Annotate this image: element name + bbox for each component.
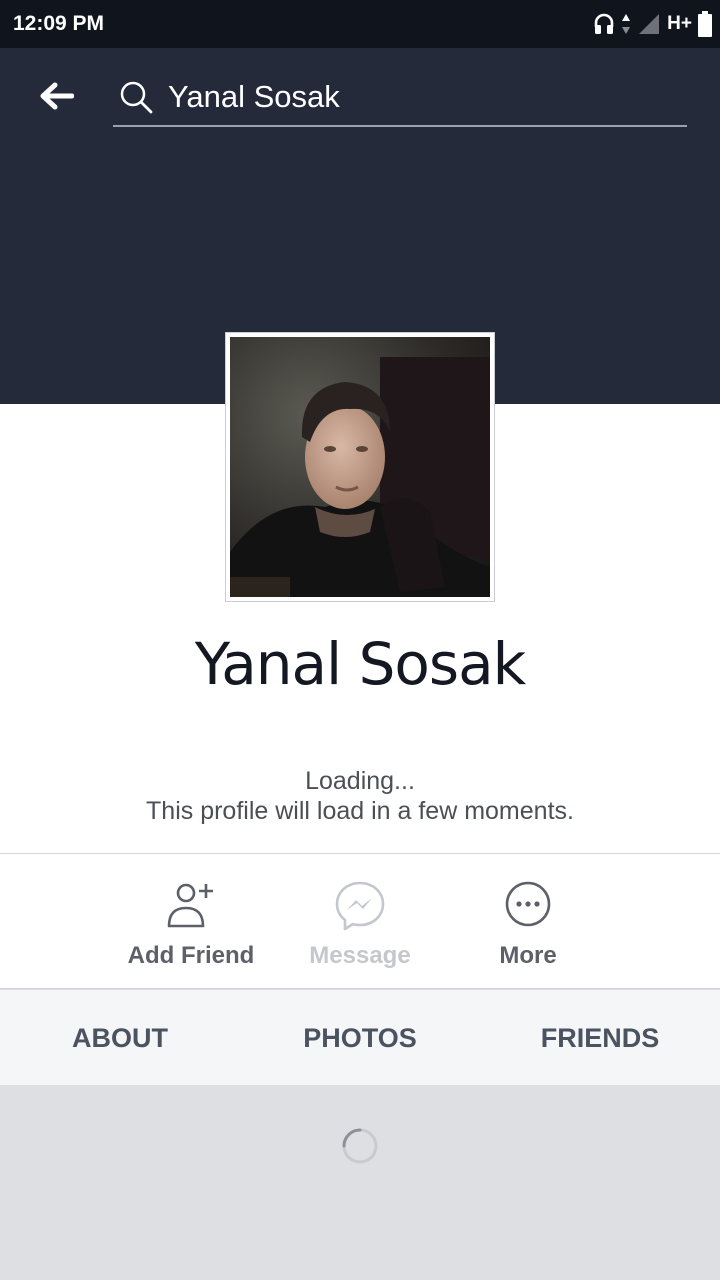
loading-message: This profile will load in a few moments. [146, 797, 574, 825]
add-friend-button[interactable]: Add Friend [106, 854, 276, 988]
tab-photos[interactable]: PHOTOS [270, 990, 450, 1085]
profile-name: Yanal Sosak [194, 630, 527, 698]
profile-actions: Add Friend Message More [0, 853, 720, 989]
profile-tabs: ABOUT PHOTOS FRIENDS [0, 990, 720, 1085]
signal-icon [637, 12, 661, 36]
search-input[interactable]: Yanal Sosak [113, 70, 687, 127]
status-bar: 12:09 PM H+ [0, 0, 720, 48]
network-type: H+ [667, 13, 692, 34]
data-arrows-icon [621, 12, 631, 36]
battery-icon [698, 11, 712, 37]
message-button[interactable]: Message [275, 854, 445, 988]
add-friend-label: Add Friend [127, 942, 255, 969]
tab-about[interactable]: ABOUT [40, 990, 200, 1085]
tab-friends[interactable]: FRIENDS [510, 990, 690, 1085]
message-label: Message [309, 942, 411, 969]
search-icon [120, 81, 153, 114]
loading-spinner [342, 1128, 378, 1164]
avatar [230, 337, 490, 597]
more-icon [505, 881, 551, 927]
status-time: 12:09 PM [13, 12, 105, 35]
messenger-icon [335, 881, 385, 931]
more-button[interactable]: More [443, 854, 613, 988]
loading-title: Loading... [305, 767, 415, 795]
more-label: More [499, 942, 557, 969]
search-query[interactable]: Yanal Sosak [168, 79, 340, 115]
status-icons: H+ [593, 10, 712, 38]
arrow-left-icon [40, 82, 74, 110]
headphones-icon [593, 12, 615, 36]
add-friend-icon [167, 883, 213, 928]
profile-picture[interactable] [225, 332, 495, 602]
back-button[interactable] [30, 74, 82, 118]
